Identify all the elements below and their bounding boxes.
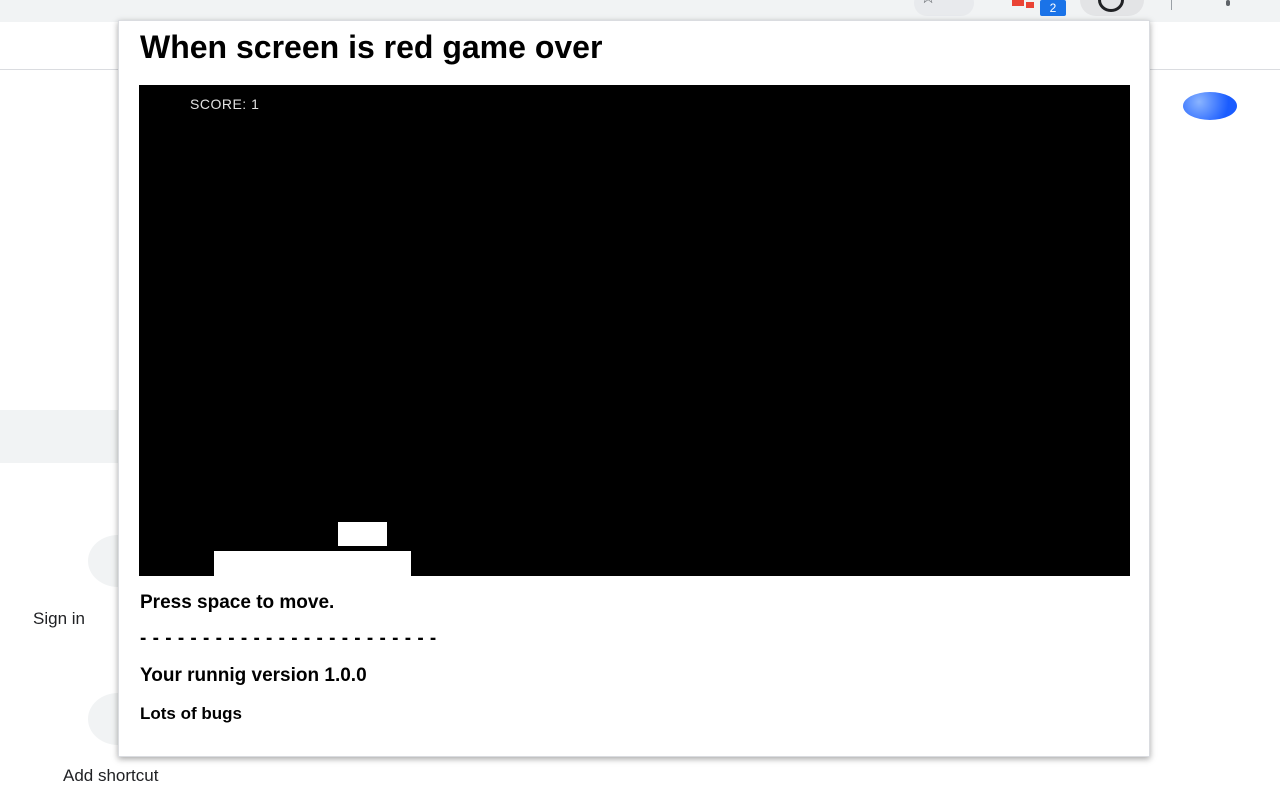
toolbar-divider xyxy=(1171,0,1172,10)
extension-badge: 2 xyxy=(1040,0,1066,16)
score-display: SCORE: 1 xyxy=(190,96,260,112)
add-shortcut-label[interactable]: Add shortcut xyxy=(63,766,158,786)
signin-label[interactable]: Sign in xyxy=(33,609,85,629)
version-text: Your runnig version 1.0.0 xyxy=(140,665,367,686)
popup-title: When screen is red game over xyxy=(140,29,603,65)
extension-popup: When screen is red game over SCORE: 1 Pr… xyxy=(118,20,1150,757)
page-band xyxy=(0,410,120,463)
profile-avatar[interactable] xyxy=(1183,92,1237,122)
ground-platform xyxy=(214,551,411,576)
active-extension-icon[interactable] xyxy=(1080,0,1144,16)
menu-icon[interactable] xyxy=(1226,0,1230,6)
bugs-note: Lots of bugs xyxy=(140,704,242,723)
game-canvas[interactable]: SCORE: 1 xyxy=(139,85,1130,576)
dashed-separator: - - - - - - - - - - - - - - - - - - - - … xyxy=(140,628,437,649)
bookmark-star-icon[interactable]: ☆ xyxy=(914,0,974,16)
extension-icon[interactable] xyxy=(1010,0,1040,10)
player-block xyxy=(338,522,387,546)
instruction-text: Press space to move. xyxy=(140,592,335,613)
